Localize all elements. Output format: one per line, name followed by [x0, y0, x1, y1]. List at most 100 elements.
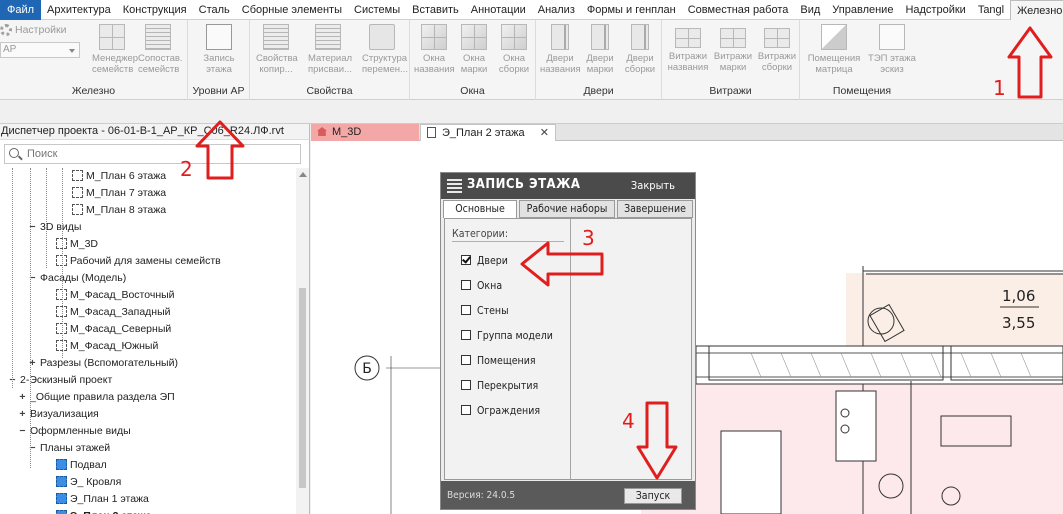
curtain-names-button[interactable]: Витражи названия — [666, 24, 710, 73]
rooms-matrix-button[interactable]: Помещения матрица — [806, 24, 862, 75]
windows-assembly-button[interactable]: Окна сборки — [494, 24, 534, 75]
checkbox[interactable] — [461, 255, 471, 265]
tree-item[interactable]: − Планы этажей — [28, 440, 110, 457]
checkbox[interactable] — [461, 330, 471, 340]
windows-names-button[interactable]: Окна названия — [414, 24, 455, 75]
menu-item-9[interactable]: Формы и генплан — [581, 0, 682, 20]
tree-item-label: М_Фасад_Южный — [70, 340, 159, 352]
tree-item[interactable]: М_3D — [44, 236, 98, 253]
menu-item-14[interactable]: Tangl — [972, 0, 1010, 20]
run-button[interactable]: Запуск — [624, 488, 682, 504]
tree-guide-line — [30, 168, 31, 468]
scroll-up-icon[interactable] — [298, 172, 307, 177]
doors-names-button[interactable]: Двери названия — [540, 24, 581, 75]
menu-item-5[interactable]: Системы — [348, 0, 406, 20]
menu-item-10[interactable]: Совместная работа — [682, 0, 795, 20]
checkbox[interactable] — [461, 380, 471, 390]
tree-item[interactable]: Э_План 2 этажа — [44, 508, 151, 514]
scroll-thumb[interactable] — [299, 288, 306, 488]
category-checkbox-row[interactable]: Ограждения — [461, 405, 540, 419]
checkbox[interactable] — [461, 355, 471, 365]
menu-item-1[interactable]: Архитектура — [41, 0, 117, 20]
category-checkbox-row[interactable]: Помещения — [461, 355, 536, 369]
tab-worksets[interactable]: Рабочие наборы — [519, 200, 615, 218]
menu-item-7[interactable]: Аннотации — [465, 0, 532, 20]
tree-item[interactable]: Подвал — [44, 457, 107, 474]
tep-sketch-button[interactable]: ТЭП этажа эскиз — [866, 24, 918, 75]
checkbox[interactable] — [461, 280, 471, 290]
menu-item-15[interactable]: Железно — [1010, 0, 1063, 20]
menu-item-3[interactable]: Сталь — [193, 0, 236, 20]
menu-item-8[interactable]: Анализ — [532, 0, 581, 20]
ribbon-panel-curtain: Витражи названия Витражи марки Витражи с… — [662, 20, 800, 100]
properties-copy-button[interactable]: Свойства копир... — [256, 24, 298, 75]
settings-button[interactable]: Настройки АР — [0, 24, 80, 59]
ribbon-strip — [0, 100, 1063, 124]
category-checkbox-row[interactable]: Двери — [461, 255, 508, 269]
curtain-assembly-button[interactable]: Витражи сборки — [756, 24, 798, 73]
ribbon-panel-levels: Запись этажа Уровни АР — [188, 20, 250, 100]
curtain-marks-button[interactable]: Витражи марки — [712, 24, 754, 73]
grid-icon — [99, 24, 125, 50]
list-icon — [263, 24, 289, 50]
family-manager-button[interactable]: Менеджер семейств — [92, 24, 138, 75]
tree-item-label: Планы этажей — [40, 442, 111, 454]
menu-item-6[interactable]: Вставить — [406, 0, 465, 20]
category-checkbox-row[interactable]: Перекрытия — [461, 380, 538, 394]
dialog-header: ЗАПИСЬ ЭТАЖА Закрыть — [441, 173, 695, 199]
menu-item-12[interactable]: Управление — [826, 0, 899, 20]
ribbon-panel-rooms: Помещения матрица ТЭП этажа эскиз Помеще… — [800, 20, 924, 100]
browser-scrollbar[interactable] — [296, 168, 309, 514]
close-icon[interactable]: ✕ — [540, 125, 549, 141]
tree-item[interactable]: + _Общие правила раздела ЭП — [18, 389, 174, 406]
search-box[interactable] — [4, 144, 301, 164]
tab-main[interactable]: Основные — [443, 200, 517, 218]
profile-combo[interactable]: АР — [0, 42, 80, 59]
tree-item[interactable]: М_План 6 этажа — [60, 168, 166, 185]
menu-item-0[interactable]: Файл — [0, 0, 42, 20]
family-compare-button[interactable]: Сопостав. семейств — [138, 24, 183, 75]
tree-item[interactable]: −2-Эскизный проект — [8, 372, 112, 389]
doors-assembly-button[interactable]: Двери сборки — [620, 24, 660, 75]
search-input[interactable] — [27, 147, 287, 161]
checkbox[interactable] — [461, 305, 471, 315]
view-icon — [72, 170, 83, 181]
menu-item-2[interactable]: Конструкция — [117, 0, 193, 20]
windows-marks-button[interactable]: Окна марки — [454, 24, 494, 75]
checkbox[interactable] — [461, 405, 471, 415]
tree-item[interactable]: − Оформленные виды — [18, 423, 130, 440]
tree-item-label: М_Фасад_Северный — [70, 323, 172, 335]
expand-icon[interactable]: + — [18, 389, 27, 406]
dialog-close-button[interactable]: Закрыть — [631, 179, 675, 192]
tree-item[interactable]: М_План 8 этажа — [60, 202, 166, 219]
menu-item-13[interactable]: Надстройки — [899, 0, 971, 20]
category-label: Перекрытия — [477, 380, 539, 392]
tree-item[interactable]: −3D виды — [28, 219, 81, 236]
material-icon — [315, 24, 341, 50]
tree-item-label: М_План 8 этажа — [86, 204, 167, 216]
category-checkbox-row[interactable]: Стены — [461, 305, 509, 319]
tree-item[interactable]: М_Фасад_Северный — [44, 321, 171, 338]
tree-item[interactable]: М_Фасад_Восточный — [44, 287, 175, 304]
write-level-button[interactable]: Запись этажа — [199, 24, 239, 75]
view-icon — [56, 459, 67, 470]
category-checkbox-row[interactable]: Группа модели — [461, 330, 553, 344]
menu-item-4[interactable]: Сборные элементы — [236, 0, 348, 20]
tree-item[interactable]: Рабочий для замены семейств — [44, 253, 221, 270]
category-checkbox-row[interactable]: Окна — [461, 280, 502, 294]
structure-variable-button[interactable]: Структура перемен... — [362, 24, 408, 75]
ribbon-panel-properties: Свойства копир... Материал присваи... Ст… — [250, 20, 410, 100]
tree-item[interactable]: − Фасады (Модель) — [28, 270, 126, 287]
expand-icon[interactable]: + — [18, 406, 27, 423]
tab-3d[interactable]: М_3D — [311, 124, 419, 141]
doors-marks-button[interactable]: Двери марки — [580, 24, 620, 75]
menu-item-11[interactable]: Вид — [794, 0, 826, 20]
tab-finish[interactable]: Завершение — [617, 200, 693, 218]
tree-item[interactable]: Э_ Кровля — [44, 474, 121, 491]
material-assign-button[interactable]: Материал присваи... — [308, 24, 352, 75]
tree-item[interactable]: + Разрезы (Вспомогательный) — [28, 355, 178, 372]
tree-item[interactable]: Э_План 1 этажа — [44, 491, 149, 508]
tab-plan-2[interactable]: Э_План 2 этажа ✕ — [420, 124, 556, 141]
tree-item[interactable]: М_План 7 этажа — [60, 185, 166, 202]
collapse-icon[interactable]: − — [18, 423, 27, 440]
